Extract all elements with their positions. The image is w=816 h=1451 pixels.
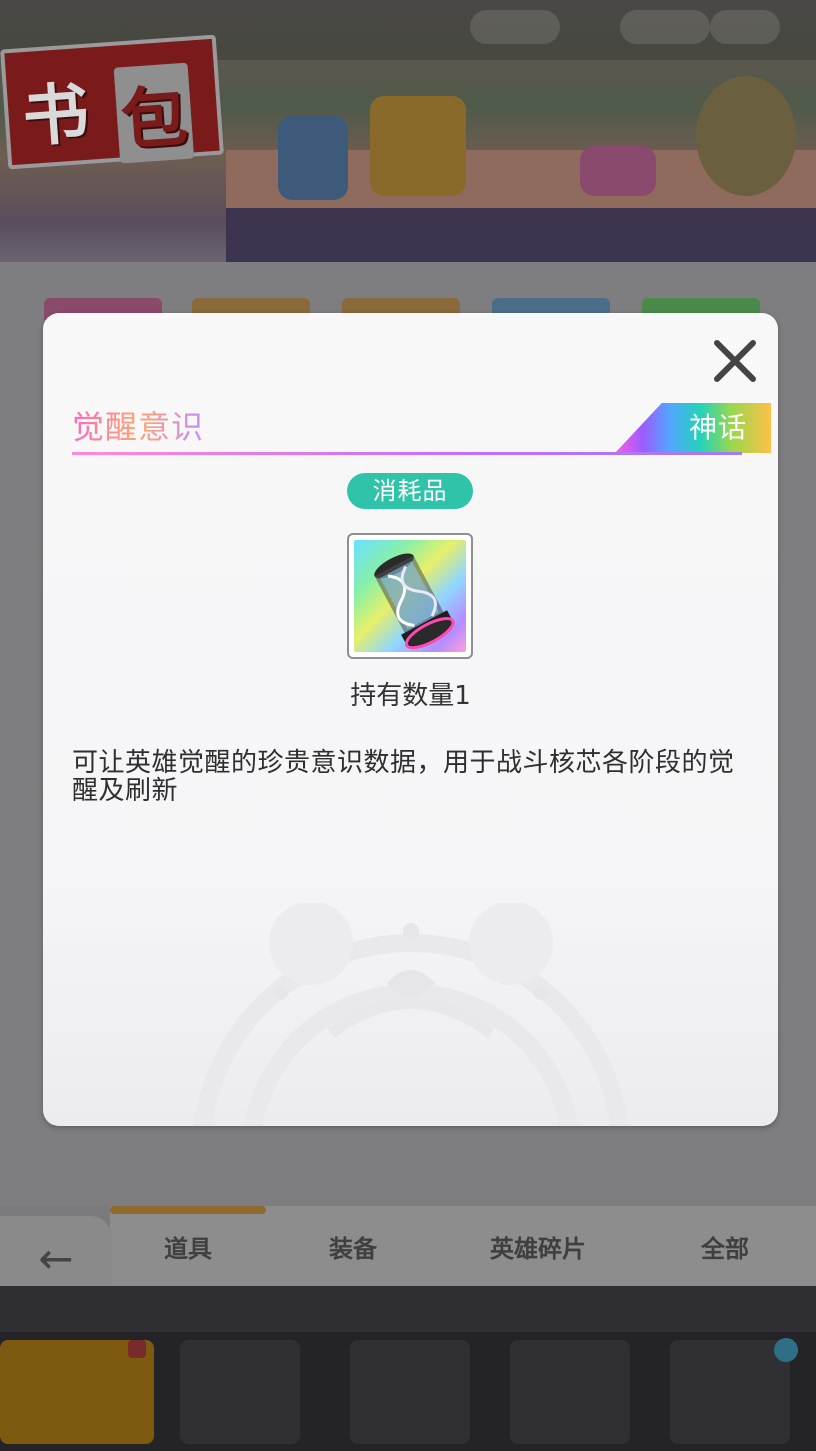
owned-quantity: 持有数量1 [350, 681, 471, 711]
item-detail-dialog: 觉醒意识 神话 消耗品 持有数量1 可让英雄觉醒的珍贵意识数据，用于战斗核芯各阶… [43, 313, 778, 1126]
title-divider [72, 452, 742, 455]
resource-slot [470, 10, 560, 44]
backpack-illustration [278, 116, 348, 200]
item-description: 可让英雄觉醒的珍贵意识数据，用于战斗核芯各阶段的觉醒及刷新 [72, 748, 735, 806]
resource-slot [710, 10, 780, 44]
item-title-row: 觉醒意识 神话 [72, 401, 771, 455]
item-category-badge: 消耗品 [347, 473, 473, 509]
bottom-nav [0, 1332, 816, 1451]
bag-tab-bar: 道具 装备 英雄碎片 全部 [110, 1206, 816, 1286]
bottom-nav-item[interactable] [670, 1340, 790, 1444]
mascot-illustration [696, 76, 796, 196]
tab-label: 英雄碎片 [490, 1234, 586, 1263]
banner-shelf-lower [226, 208, 816, 262]
dna-capsule-icon [354, 540, 466, 652]
close-button[interactable] [707, 333, 763, 389]
bottom-nav-item[interactable] [180, 1340, 300, 1444]
resource-slot [620, 10, 710, 44]
item-icon-frame [347, 533, 473, 659]
item-name: 觉醒意识 [72, 408, 205, 446]
close-icon [714, 340, 756, 382]
tab-label: 道具 [164, 1234, 212, 1263]
sign-char: 包 [113, 62, 195, 164]
back-arrow-icon: ← [38, 1234, 74, 1283]
bag-title-sign: 书 包 [0, 34, 224, 170]
tab-equipment[interactable]: 装备 [270, 1206, 436, 1286]
sign-char: 书 [20, 74, 92, 157]
notification-dot [774, 1338, 798, 1362]
backpack-illustration [370, 96, 466, 196]
tab-label: 全部 [701, 1234, 749, 1263]
mascot-watermark-icon [193, 903, 629, 1126]
rarity-label: 神话 [688, 411, 747, 444]
bottom-nav-item[interactable] [510, 1340, 630, 1444]
decor-strip [0, 1286, 816, 1332]
tab-hero-shards[interactable]: 英雄碎片 [440, 1206, 636, 1286]
tab-label: 装备 [329, 1234, 377, 1263]
bottom-nav-item[interactable] [350, 1340, 470, 1444]
rarity-badge: 神话 [615, 403, 771, 453]
backpack-illustration [580, 146, 656, 196]
tab-all[interactable]: 全部 [640, 1206, 810, 1286]
notification-badge [128, 1340, 146, 1358]
tab-items[interactable]: 道具 [110, 1206, 266, 1286]
